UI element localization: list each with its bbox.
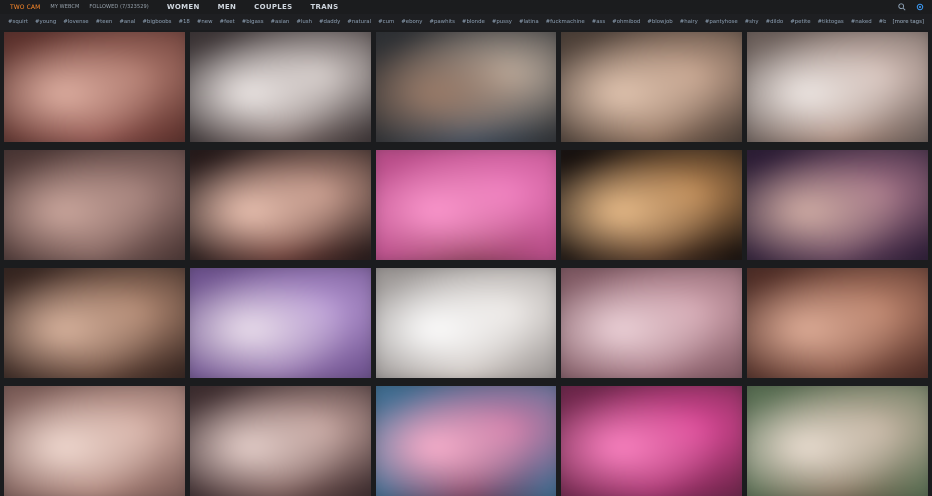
tag-link[interactable]: #young: [35, 19, 56, 25]
cam-tile[interactable]: [747, 150, 928, 260]
blurred-thumbnail: [561, 150, 743, 260]
more-tags-link[interactable]: [more tags]: [892, 19, 932, 25]
cam-tile[interactable]: [4, 150, 185, 260]
tag-link[interactable]: #fuckmachine: [546, 19, 585, 25]
cam-tile[interactable]: [4, 32, 185, 142]
tag-link[interactable]: #ebony: [401, 19, 422, 25]
tag-link[interactable]: #feet: [220, 19, 235, 25]
nav-item-couples[interactable]: COUPLES: [254, 3, 292, 11]
cam-tile[interactable]: [375, 32, 557, 142]
tag-bar: #squirt #young #lovense #teen #anal #bigboobs…: [0, 14, 932, 30]
tag-link[interactable]: #naked: [851, 19, 872, 25]
tag-link[interactable]: #dildo: [766, 19, 784, 25]
search-icon[interactable]: [898, 3, 906, 11]
blurred-thumbnail: [189, 32, 371, 142]
cam-tile[interactable]: [747, 386, 928, 496]
cam-tile[interactable]: [189, 386, 371, 496]
tag-link[interactable]: #petite: [790, 19, 810, 25]
blurred-thumbnail: [375, 32, 557, 142]
blurred-thumbnail: [747, 32, 928, 142]
nav-item-men[interactable]: MEN: [218, 3, 237, 11]
blurred-thumbnail: [4, 268, 185, 378]
cam-tile[interactable]: [561, 386, 743, 496]
tag-link[interactable]: #lush: [296, 19, 312, 25]
tag-link[interactable]: #blonde: [462, 19, 485, 25]
nav-right-icons: [898, 3, 932, 11]
nav-item-women[interactable]: WOMEN: [167, 3, 200, 11]
blurred-thumbnail: [561, 386, 743, 496]
blurred-thumbnail: [189, 150, 371, 260]
blurred-thumbnail: [561, 32, 743, 142]
tag-link[interactable]: #hairy: [680, 19, 698, 25]
cam-tile[interactable]: [189, 32, 371, 142]
cam-tile[interactable]: [561, 150, 743, 260]
tag-link[interactable]: #pawhits: [429, 19, 455, 25]
tag-link[interactable]: #anal: [119, 19, 135, 25]
tag-link[interactable]: #tiktogas: [818, 19, 844, 25]
tag-link[interactable]: #daddy: [319, 19, 340, 25]
cam-tile[interactable]: [375, 268, 557, 378]
tag-link[interactable]: #pantyhose: [705, 19, 738, 25]
tag-link[interactable]: #pussy: [492, 19, 512, 25]
cam-tile[interactable]: [189, 268, 371, 378]
cam-grid: [4, 32, 928, 496]
blurred-thumbnail: [561, 268, 743, 378]
tag-link[interactable]: #asian: [271, 19, 290, 25]
tag-link[interactable]: #ass: [592, 19, 605, 25]
blurred-thumbnail: [189, 386, 371, 496]
settings-icon[interactable]: [916, 3, 924, 11]
tag-list: #squirt #young #lovense #teen #anal #bigboobs…: [0, 19, 886, 25]
nav-item-my-webcm[interactable]: MY WEBCM: [50, 4, 79, 10]
cam-tile[interactable]: [4, 268, 185, 378]
blurred-thumbnail: [4, 32, 185, 142]
tag-link[interactable]: #lovense: [63, 19, 88, 25]
tag-link[interactable]: #natural: [347, 19, 371, 25]
tag-link[interactable]: #18: [178, 19, 189, 25]
cam-tile[interactable]: [747, 32, 928, 142]
blurred-thumbnail: [375, 150, 557, 260]
top-navigation: TWO CAM MY WEBCM FOLLOWED (7/323529) WOMEN M…: [0, 0, 932, 14]
tag-link[interactable]: #boobs: [879, 19, 887, 25]
nav-item-followed-7-323529[interactable]: FOLLOWED (7/323529): [89, 4, 148, 10]
nav-item-trans[interactable]: TRANS: [310, 3, 338, 11]
tag-link[interactable]: #bigboobs: [142, 19, 171, 25]
cam-tile[interactable]: [189, 150, 371, 260]
tag-link[interactable]: #shy: [745, 19, 759, 25]
cam-tile[interactable]: [747, 268, 928, 378]
tag-link[interactable]: #squirt: [8, 19, 28, 25]
blurred-thumbnail: [375, 386, 557, 496]
blurred-thumbnail: [375, 268, 557, 378]
cam-tile[interactable]: [375, 150, 557, 260]
blurred-thumbnail: [747, 150, 928, 260]
tag-link[interactable]: #new: [197, 19, 213, 25]
cam-tile[interactable]: [561, 32, 743, 142]
nav-item-two-cam[interactable]: TWO CAM: [10, 4, 40, 11]
blurred-thumbnail: [4, 150, 185, 260]
blurred-thumbnail: [747, 268, 928, 378]
blurred-thumbnail: [747, 386, 928, 496]
tag-link[interactable]: #bigass: [242, 19, 264, 25]
cam-tile[interactable]: [4, 386, 185, 496]
cam-tile[interactable]: [561, 268, 743, 378]
blurred-thumbnail: [4, 386, 185, 496]
tag-link[interactable]: #cum: [378, 19, 394, 25]
blurred-thumbnail: [189, 268, 371, 378]
tag-link[interactable]: #blowjob: [647, 19, 672, 25]
tag-link[interactable]: #latina: [519, 19, 539, 25]
tag-link[interactable]: #ohmibod: [612, 19, 640, 25]
tag-link[interactable]: #teen: [96, 19, 113, 25]
cam-tile[interactable]: [375, 386, 557, 496]
